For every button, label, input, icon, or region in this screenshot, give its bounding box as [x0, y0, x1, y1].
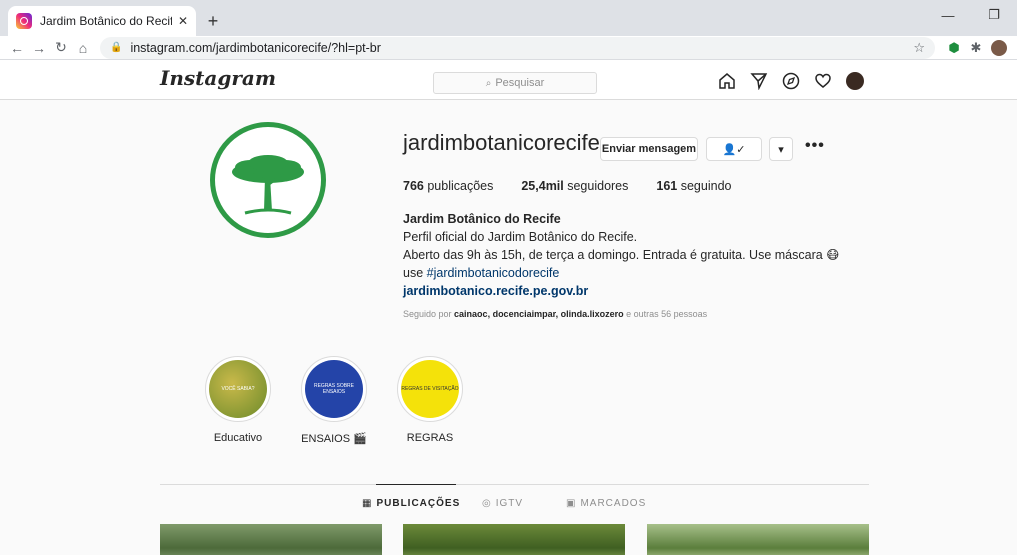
header-nav-icons [718, 72, 864, 90]
profile-username: jardimbotanicorecife [403, 130, 600, 155]
bio-line: use #jardimbotanicodorecife [403, 266, 560, 280]
posts-stat: 766 publicações [403, 179, 494, 193]
browser-tab[interactable]: Jardim Botânico do Recife (@jard ✕ [8, 6, 196, 36]
website-link[interactable]: jardimbotanico.recife.pe.gov.br [403, 282, 839, 300]
profile-picture[interactable] [210, 122, 326, 238]
grid-icon: ▦ [362, 498, 373, 509]
forward-icon[interactable]: → [28, 40, 50, 56]
post-thumbnail[interactable] [160, 524, 382, 555]
highlight-label: ENSAIOS 🎬 [301, 433, 367, 445]
search-placeholder: Pesquisar [495, 77, 545, 89]
extensions-puzzle-icon[interactable]: ✱ [965, 40, 987, 56]
highlight-cover: REGRAS DE VISITAÇÃO [401, 360, 459, 418]
post-tabs: ▦ PUBLICAÇÕES ◎ IGTV ▣ MARCADOS [362, 498, 682, 509]
lock-icon: 🔒 [110, 42, 123, 53]
user-avatar[interactable] [846, 72, 864, 90]
home-icon[interactable] [718, 72, 736, 90]
back-icon[interactable]: ← [6, 40, 28, 56]
close-tab-icon[interactable]: ✕ [178, 14, 188, 28]
tab-igtv[interactable]: ◎ IGTV [482, 498, 566, 509]
hashtag-link[interactable]: #jardimbotanicodorecife [427, 266, 560, 280]
search-input[interactable]: ⌕ Pesquisar [433, 72, 597, 94]
restore-button[interactable]: ❐ [971, 0, 1017, 30]
story-highlights: VOCÊ SABIA? Educativo REGRAS SOBRE ENSAI… [190, 356, 478, 445]
profile-bio: Jardim Botânico do Recife Perfil oficial… [403, 210, 839, 300]
followers-stat[interactable]: 25,4mil seguidores [521, 179, 628, 193]
highlight-cover: VOCÊ SABIA? [209, 360, 267, 418]
post-thumbnail[interactable] [647, 524, 869, 555]
following-button[interactable]: 👤✓ [706, 137, 762, 161]
browser-profile-avatar[interactable] [991, 39, 1007, 56]
followed-by-text[interactable]: Seguido por cainaoc, docenciaimpar, olin… [403, 309, 707, 319]
browser-tab-bar: Jardim Botânico do Recife (@jard ✕ + — ❐ [0, 0, 1017, 36]
extension-shield-icon[interactable]: ⬢ [943, 40, 965, 56]
profile-stats: 766 publicações 25,4mil seguidores 161 s… [403, 179, 731, 193]
send-message-button[interactable]: Enviar mensagem [600, 137, 698, 161]
highlight-label: Educativo [213, 432, 263, 444]
instagram-logo[interactable]: Instagram [160, 66, 276, 90]
reload-icon[interactable]: ↻ [50, 39, 72, 56]
tab-posts[interactable]: ▦ PUBLICAÇÕES [362, 498, 482, 509]
igtv-icon: ◎ [482, 498, 492, 509]
instagram-header: Instagram ⌕ Pesquisar [0, 60, 1017, 100]
profile-full-name: Jardim Botânico do Recife [403, 212, 561, 226]
suggestions-dropdown-button[interactable]: ▾ [769, 137, 793, 161]
following-stat[interactable]: 161 seguindo [656, 179, 731, 193]
post-thumbnail[interactable] [403, 524, 625, 555]
highlight-label: REGRAS [406, 432, 454, 444]
url-text: instagram.com/jardimbotanicorecife/?hl=p… [130, 40, 381, 55]
highlight-item[interactable]: REGRAS DE VISITAÇÃO REGRAS [382, 356, 478, 445]
highlight-item[interactable]: REGRAS SOBRE ENSAIOS ENSAIOS 🎬 [286, 356, 382, 445]
home-icon[interactable]: ⌂ [72, 40, 94, 56]
tab-title: Jardim Botânico do Recife (@jard [40, 14, 172, 28]
tabs-divider [160, 484, 869, 485]
new-tab-button[interactable]: + [202, 10, 224, 32]
tagged-icon: ▣ [566, 498, 577, 509]
bio-line: Aberto das 9h às 15h, de terça a domingo… [403, 248, 840, 262]
bio-line: Perfil oficial do Jardim Botânico do Rec… [403, 230, 638, 244]
address-bar[interactable]: 🔒 instagram.com/jardimbotanicorecife/?hl… [100, 36, 935, 59]
explore-compass-icon[interactable] [782, 72, 800, 90]
minimize-button[interactable]: — [925, 0, 971, 30]
direct-message-icon[interactable] [750, 72, 768, 90]
instagram-favicon-icon [16, 13, 32, 29]
window-controls: — ❐ [925, 0, 1017, 30]
more-options-icon[interactable]: ••• [805, 137, 825, 155]
activity-heart-icon[interactable] [814, 72, 832, 90]
profile-section: jardimbotanicorecife Enviar mensagem 👤✓ … [0, 100, 1017, 555]
bookmark-star-icon[interactable]: ☆ [913, 40, 925, 56]
tree-logo-icon [232, 155, 304, 215]
browser-toolbar: ← → ↻ ⌂ 🔒 instagram.com/jardimbotanicore… [0, 36, 1017, 60]
search-icon: ⌕ [485, 77, 492, 89]
active-tab-indicator [376, 484, 456, 485]
tab-tagged[interactable]: ▣ MARCADOS [566, 498, 666, 509]
highlight-item[interactable]: VOCÊ SABIA? Educativo [190, 356, 286, 445]
highlight-cover: REGRAS SOBRE ENSAIOS [305, 360, 363, 418]
